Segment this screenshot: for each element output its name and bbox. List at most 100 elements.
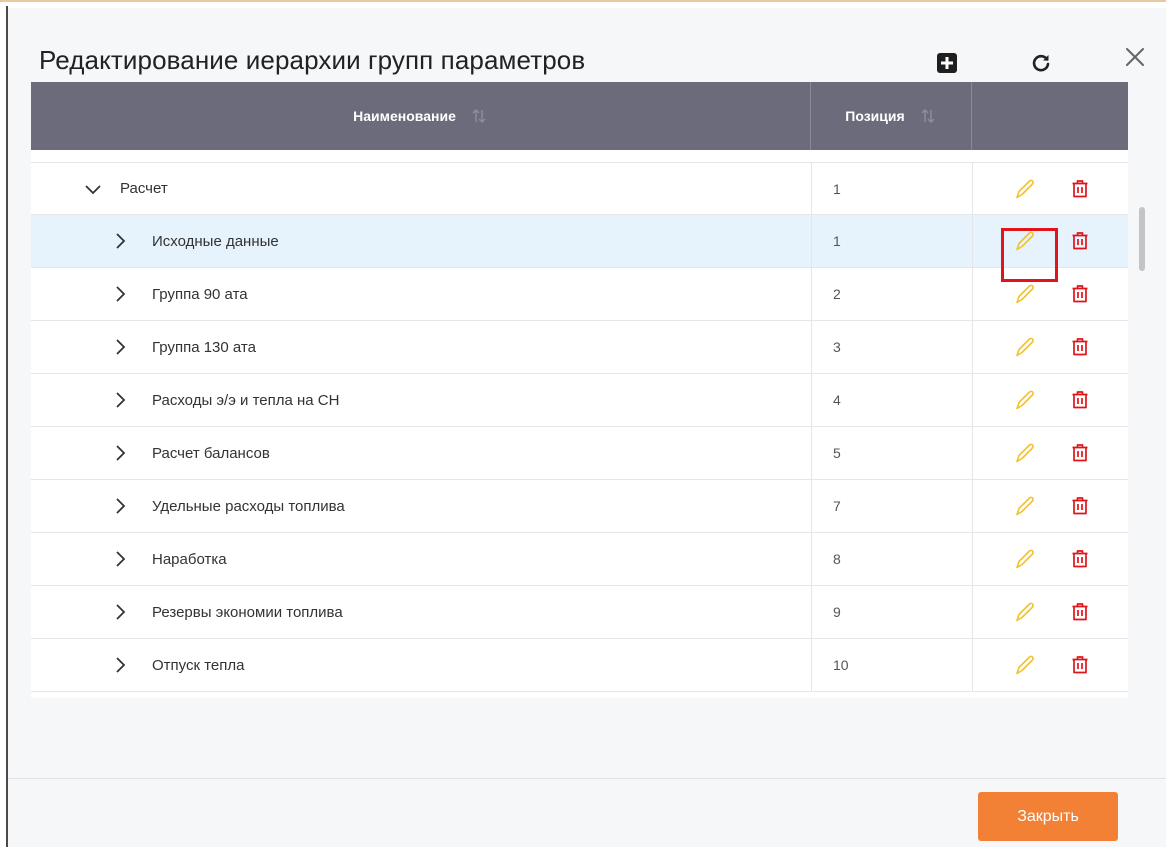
edit-button[interactable] bbox=[1013, 653, 1037, 677]
chevron-right-icon[interactable] bbox=[110, 284, 130, 304]
pencil-icon bbox=[1016, 443, 1034, 463]
chevron-right-icon[interactable] bbox=[110, 549, 130, 569]
delete-button[interactable] bbox=[1068, 282, 1092, 306]
row-name: Удельные расходы топлива bbox=[152, 497, 345, 515]
table-row[interactable]: Группа 130 ата 3 bbox=[31, 321, 1128, 374]
edit-button[interactable] bbox=[1013, 229, 1037, 253]
actions-cell bbox=[972, 163, 1128, 214]
row-position: 7 bbox=[811, 480, 972, 532]
add-group-button[interactable] bbox=[934, 50, 960, 76]
pencil-icon bbox=[1016, 231, 1034, 251]
chevron-right-icon[interactable] bbox=[110, 337, 130, 357]
name-cell: Удельные расходы топлива bbox=[31, 480, 811, 532]
table-row[interactable]: Исходные данные 1 bbox=[31, 215, 1128, 268]
dialog-title: Редактирование иерархии групп параметров bbox=[39, 45, 586, 75]
name-cell: Резервы экономии топлива bbox=[31, 586, 811, 638]
row-position: 3 bbox=[811, 321, 972, 373]
row-name: Расходы э/э и тепла на СН bbox=[152, 391, 340, 409]
plus-square-icon bbox=[937, 53, 957, 73]
table-row[interactable]: Резервы экономии топлива 9 bbox=[31, 586, 1128, 639]
name-cell: Группа 90 ата bbox=[31, 268, 811, 320]
row-position: 2 bbox=[811, 268, 972, 320]
edit-button[interactable] bbox=[1013, 547, 1037, 571]
table-row[interactable]: Группа 90 ата 2 bbox=[31, 268, 1128, 321]
table-row[interactable]: Расчет балансов 5 bbox=[31, 427, 1128, 480]
delete-button[interactable] bbox=[1068, 229, 1092, 253]
table-row[interactable]: Наработка 8 bbox=[31, 533, 1128, 586]
edit-button[interactable] bbox=[1013, 494, 1037, 518]
delete-button[interactable] bbox=[1068, 653, 1092, 677]
row-name: Резервы экономии топлива bbox=[152, 603, 343, 621]
row-position: 1 bbox=[811, 163, 972, 214]
actions-cell bbox=[972, 268, 1128, 320]
row-position: 5 bbox=[811, 427, 972, 479]
column-header-actions bbox=[972, 82, 1128, 150]
column-header-name[interactable]: Наименование bbox=[31, 82, 811, 150]
top-border bbox=[0, 0, 1166, 2]
trash-icon bbox=[1072, 180, 1088, 198]
name-cell: Расчет bbox=[31, 163, 811, 214]
pencil-icon bbox=[1016, 549, 1034, 569]
sort-icon[interactable] bbox=[470, 107, 488, 125]
actions-cell bbox=[972, 586, 1128, 638]
sort-icon[interactable] bbox=[919, 107, 937, 125]
column-header-position-label: Позиция bbox=[845, 108, 905, 124]
name-cell: Исходные данные bbox=[31, 215, 811, 267]
actions-cell bbox=[972, 215, 1128, 267]
pencil-icon bbox=[1016, 390, 1034, 410]
pencil-icon bbox=[1016, 284, 1034, 304]
row-position: 10 bbox=[811, 639, 972, 691]
pencil-icon bbox=[1016, 179, 1034, 199]
name-cell: Расчет балансов bbox=[31, 427, 811, 479]
edit-button[interactable] bbox=[1013, 177, 1037, 201]
edit-button[interactable] bbox=[1013, 335, 1037, 359]
edit-button[interactable] bbox=[1013, 441, 1037, 465]
pencil-icon bbox=[1016, 337, 1034, 357]
delete-button[interactable] bbox=[1068, 177, 1092, 201]
delete-button[interactable] bbox=[1068, 600, 1092, 624]
delete-button[interactable] bbox=[1068, 441, 1092, 465]
chevron-right-icon[interactable] bbox=[110, 231, 130, 251]
actions-cell bbox=[972, 533, 1128, 585]
chevron-right-icon[interactable] bbox=[110, 390, 130, 410]
table-scrollbar[interactable] bbox=[1139, 207, 1145, 271]
refresh-button[interactable] bbox=[1028, 50, 1054, 76]
delete-button[interactable] bbox=[1068, 335, 1092, 359]
footer-divider bbox=[8, 778, 1166, 779]
actions-cell bbox=[972, 427, 1128, 479]
column-header-name-label: Наименование bbox=[353, 108, 456, 124]
hierarchy-table: Наименование Позиция Расчет 1 Исходные д… bbox=[31, 82, 1128, 698]
delete-button[interactable] bbox=[1068, 494, 1092, 518]
close-dialog-x-button[interactable] bbox=[1120, 42, 1150, 72]
trash-icon bbox=[1072, 444, 1088, 462]
row-name: Расчет балансов bbox=[152, 444, 270, 462]
table-row[interactable]: Удельные расходы топлива 7 bbox=[31, 480, 1128, 533]
name-cell: Наработка bbox=[31, 533, 811, 585]
delete-button[interactable] bbox=[1068, 547, 1092, 571]
edit-button[interactable] bbox=[1013, 282, 1037, 306]
name-cell: Группа 130 ата bbox=[31, 321, 811, 373]
chevron-right-icon[interactable] bbox=[110, 443, 130, 463]
close-button[interactable]: Закрыть bbox=[978, 792, 1118, 841]
trash-icon bbox=[1072, 391, 1088, 409]
chevron-right-icon[interactable] bbox=[110, 655, 130, 675]
delete-button[interactable] bbox=[1068, 388, 1092, 412]
table-row[interactable]: Расходы э/э и тепла на СН 4 bbox=[31, 374, 1128, 427]
pencil-icon bbox=[1016, 496, 1034, 516]
trash-icon bbox=[1072, 656, 1088, 674]
chevron-down-icon[interactable] bbox=[83, 179, 103, 199]
pencil-icon bbox=[1016, 655, 1034, 675]
edit-button[interactable] bbox=[1013, 600, 1037, 624]
table-row[interactable]: Расчет 1 bbox=[31, 162, 1128, 215]
chevron-right-icon[interactable] bbox=[110, 602, 130, 622]
table-row[interactable]: Отпуск тепла 10 bbox=[31, 639, 1128, 692]
trash-icon bbox=[1072, 497, 1088, 515]
row-position: 9 bbox=[811, 586, 972, 638]
actions-cell bbox=[972, 321, 1128, 373]
column-header-position[interactable]: Позиция bbox=[811, 82, 972, 150]
name-cell: Отпуск тепла bbox=[31, 639, 811, 691]
edit-button[interactable] bbox=[1013, 388, 1037, 412]
row-name: Наработка bbox=[152, 550, 227, 568]
chevron-right-icon[interactable] bbox=[110, 496, 130, 516]
actions-cell bbox=[972, 639, 1128, 691]
